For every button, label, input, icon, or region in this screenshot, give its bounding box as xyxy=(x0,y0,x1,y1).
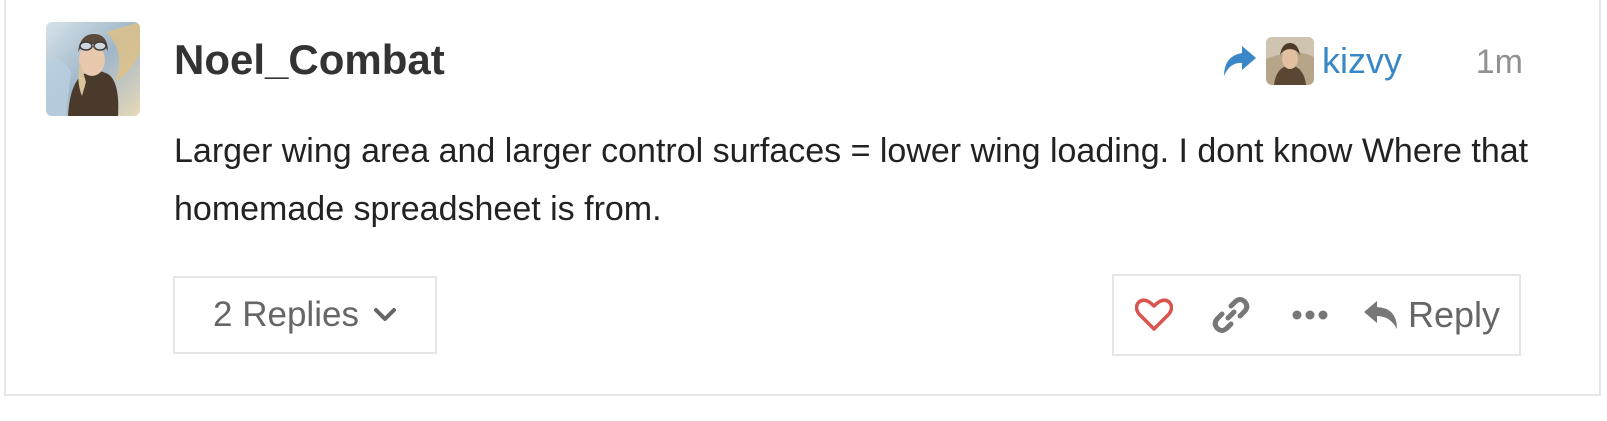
more-actions-button[interactable] xyxy=(1282,276,1338,354)
chevron-down-icon xyxy=(373,308,396,321)
reply-arrow-icon xyxy=(1364,301,1397,329)
heart-icon xyxy=(1135,298,1173,331)
topic-post: Noel_Combat kizvy 1m Larger wing area an… xyxy=(4,0,1601,396)
link-icon xyxy=(1212,297,1250,333)
share-arrow-icon xyxy=(1224,46,1256,76)
user-avatar[interactable] xyxy=(46,22,140,116)
show-replies-button[interactable]: 2 Replies xyxy=(173,276,437,354)
post-body: Larger wing area and larger control surf… xyxy=(174,132,1529,228)
ellipsis-icon xyxy=(1292,310,1328,320)
reply-button[interactable]: Reply xyxy=(1362,276,1508,354)
post-date[interactable]: 1m xyxy=(1476,40,1523,84)
replies-label: 2 Replies xyxy=(213,295,359,334)
post-actions: Reply xyxy=(1112,274,1521,356)
reply-label: Reply xyxy=(1408,294,1501,335)
reply-to-indicator[interactable]: kizvy xyxy=(1220,36,1402,86)
reply-to-avatar xyxy=(1266,37,1314,85)
reply-to-username: kizvy xyxy=(1322,40,1402,81)
username[interactable]: Noel_Combat xyxy=(174,34,445,86)
like-button[interactable] xyxy=(1128,276,1180,354)
copy-link-button[interactable] xyxy=(1204,276,1258,354)
